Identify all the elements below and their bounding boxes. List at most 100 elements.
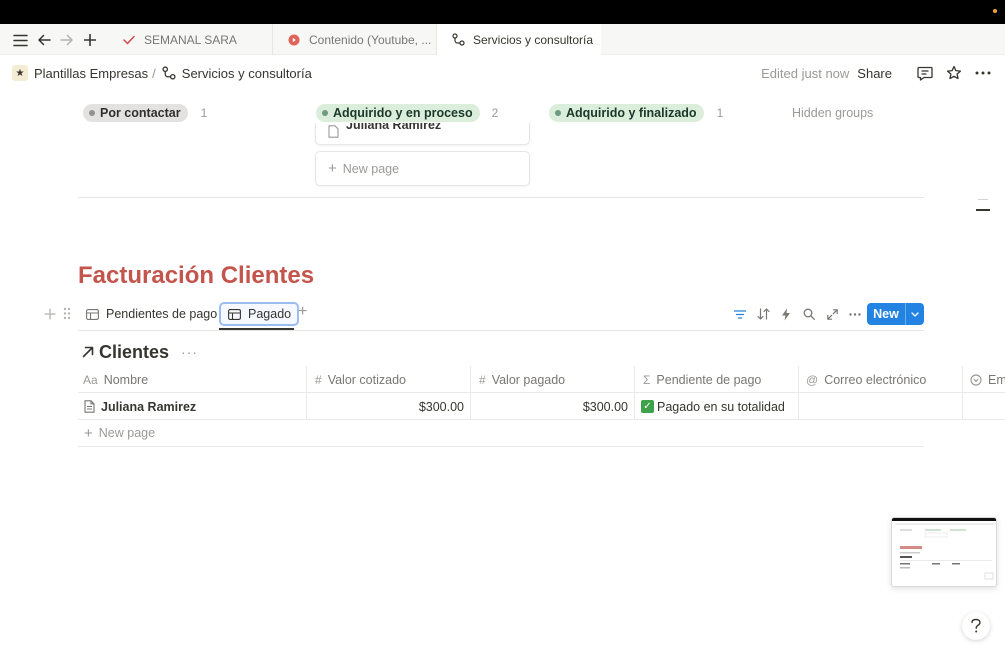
view-tab-label: Pendientes de pago xyxy=(106,307,218,321)
add-view-button[interactable]: + xyxy=(298,304,307,320)
network-icon xyxy=(451,33,465,47)
scroll-outline-indicator[interactable] xyxy=(976,199,990,211)
check-mark-icon: ✓ xyxy=(641,400,654,413)
group-adquirido-en-proceso[interactable]: Adquirido y en proceso 2 xyxy=(316,104,498,122)
group-adquirido-finalizado[interactable]: Adquirido y finalizado 1 xyxy=(549,104,723,122)
table-new-page-button[interactable]: + New page xyxy=(78,420,924,447)
tab-label: SEMANAL SARA xyxy=(144,32,237,47)
column-label: Pendiente de pago xyxy=(656,372,762,387)
status-pill: Por contactar xyxy=(83,104,188,122)
number-property-icon: # xyxy=(479,372,486,387)
page-icon xyxy=(328,125,339,143)
header-actions: Edited just now Share xyxy=(761,63,993,83)
group-count: 1 xyxy=(200,106,208,120)
database-table: Aa Nombre # Valor cotizado # Valor pagad… xyxy=(78,366,1005,447)
table-icon xyxy=(227,307,241,321)
column-label: Em xyxy=(988,372,1005,387)
workspace-icon: ★ xyxy=(12,65,28,81)
cell-text: Pagado en su totalidad xyxy=(657,399,785,414)
cell-correo[interactable] xyxy=(799,393,963,420)
board-card-partial[interactable]: Juliana Ramirez xyxy=(315,123,530,145)
expand-icon[interactable] xyxy=(824,306,840,322)
star-icon[interactable] xyxy=(944,63,964,83)
share-button[interactable]: Share xyxy=(857,66,892,81)
formula-property-icon: Σ xyxy=(643,372,651,387)
new-record-button[interactable]: New xyxy=(867,303,924,325)
back-arrow-icon[interactable] xyxy=(35,31,53,49)
check-icon xyxy=(122,33,136,47)
breadcrumb-page[interactable]: Servicios y consultoría xyxy=(182,66,312,81)
chevron-down-icon[interactable] xyxy=(905,303,924,325)
column-header-pendiente-de-pago[interactable]: Σ Pendiente de pago xyxy=(635,366,799,393)
new-page-label: New page xyxy=(98,426,156,440)
section-divider xyxy=(78,197,924,198)
database-title-text[interactable]: Clientes xyxy=(99,342,169,363)
database-more-icon[interactable]: ··· xyxy=(181,344,198,360)
sort-icon[interactable] xyxy=(755,306,771,322)
table-icon xyxy=(85,307,99,321)
group-por-contactar[interactable]: Por contactar 1 xyxy=(83,104,207,122)
number-property-icon: # xyxy=(315,372,322,387)
breadcrumb-separator: / xyxy=(152,65,156,81)
page-header: ★ Plantillas Empresas / Servicios y cons… xyxy=(0,56,1005,90)
column-label: Correo electrónico xyxy=(824,372,927,387)
filter-icon[interactable] xyxy=(732,306,748,322)
link-arrow-icon xyxy=(82,346,94,358)
column-label: Valor cotizado xyxy=(327,372,406,387)
help-icon[interactable] xyxy=(962,612,990,640)
group-count: 1 xyxy=(716,106,724,120)
status-pill: Adquirido y en proceso xyxy=(316,104,480,122)
column-header-correo[interactable]: @ Correo electrónico xyxy=(799,366,963,393)
tab-bar: SEMANAL SARA Contenido (Youtube, ... Ser… xyxy=(0,24,1005,55)
table-row[interactable]: Juliana Ramirez $300.00 $300.00 ✓ Pagado… xyxy=(78,393,1005,420)
new-button-label: New xyxy=(873,307,899,321)
cell-valor-cotizado[interactable]: $300.00 xyxy=(307,393,471,420)
forward-arrow-icon[interactable] xyxy=(58,31,76,49)
email-property-icon: @ xyxy=(806,372,819,387)
hidden-groups-label[interactable]: Hidden groups xyxy=(792,106,873,120)
network-icon xyxy=(162,66,176,80)
search-icon[interactable] xyxy=(801,306,817,322)
view-tab-pendientes[interactable]: Pendientes de pago xyxy=(79,302,223,326)
view-tab-label: Pagado xyxy=(248,307,292,321)
cell-nombre[interactable]: Juliana Ramirez xyxy=(78,393,307,420)
breadcrumb: ★ Plantillas Empresas / Servicios y cons… xyxy=(12,65,312,81)
column-header-valor-pagado[interactable]: # Valor pagado xyxy=(471,366,635,393)
database-title: Clientes ··· xyxy=(82,341,198,363)
text-property-icon: Aa xyxy=(83,372,98,387)
edited-status: Edited just now xyxy=(761,65,850,81)
breadcrumb-workspace[interactable]: Plantillas Empresas xyxy=(34,66,148,81)
board-new-page-button[interactable]: + New page xyxy=(315,151,530,186)
drag-handle-icon[interactable] xyxy=(63,307,71,325)
automation-bolt-icon[interactable] xyxy=(778,306,794,322)
menu-icon[interactable] xyxy=(11,31,29,49)
new-page-label: New page xyxy=(342,161,400,176)
new-tab-plus-icon[interactable] xyxy=(81,31,99,49)
page-minimap[interactable] xyxy=(891,517,997,587)
column-header-nombre[interactable]: Aa Nombre xyxy=(78,366,307,393)
plus-icon: + xyxy=(328,160,337,177)
comment-icon[interactable] xyxy=(915,63,935,83)
column-label: Nombre xyxy=(103,372,149,387)
add-block-plus-icon[interactable] xyxy=(44,307,56,325)
cell-em[interactable] xyxy=(963,393,1005,420)
cell-pendiente[interactable]: ✓ Pagado en su totalidad xyxy=(635,393,799,420)
status-pill: Adquirido y finalizado xyxy=(549,104,704,122)
view-divider xyxy=(78,330,924,331)
card-title: Juliana Ramirez xyxy=(346,123,442,132)
tab-semanal-sara[interactable]: SEMANAL SARA xyxy=(108,24,273,55)
tab-label: Contenido (Youtube, ... xyxy=(309,32,432,47)
column-header-em[interactable]: Em xyxy=(963,366,1005,393)
plus-icon: + xyxy=(84,424,93,442)
more-options-icon[interactable] xyxy=(847,306,863,322)
column-header-valor-cotizado[interactable]: # Valor cotizado xyxy=(307,366,471,393)
view-tab-pagado[interactable]: Pagado xyxy=(219,302,300,326)
tab-label: Servicios y consultoría xyxy=(473,32,594,47)
cell-valor-pagado[interactable]: $300.00 xyxy=(471,393,635,420)
more-options-icon[interactable] xyxy=(973,63,993,83)
tab-contenido[interactable]: Contenido (Youtube, ... xyxy=(273,24,437,55)
tab-servicios[interactable]: Servicios y consultoría xyxy=(437,24,601,55)
table-header-row: Aa Nombre # Valor cotizado # Valor pagad… xyxy=(78,366,1005,393)
status-strip xyxy=(0,0,1005,24)
minimap-preview xyxy=(892,518,996,580)
